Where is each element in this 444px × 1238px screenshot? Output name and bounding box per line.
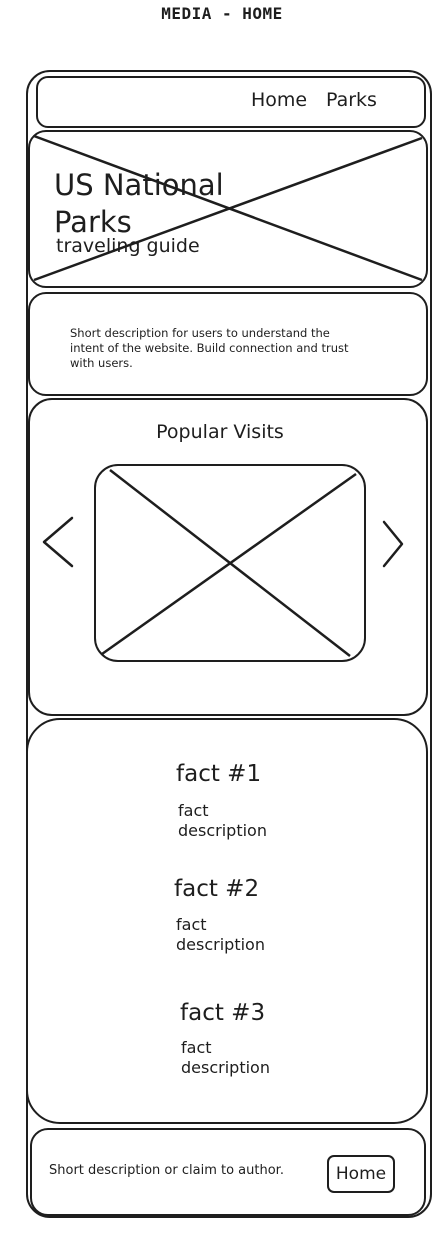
- carousel-title: Popular Visits: [156, 421, 284, 443]
- chevron-right-icon[interactable]: [380, 520, 410, 570]
- fact-desc-line: fact: [178, 801, 209, 820]
- intro-line-1: Short description for users to understan…: [70, 326, 330, 340]
- nav-link-home[interactable]: Home: [251, 89, 307, 111]
- fact-title-2: fact #2: [174, 876, 260, 902]
- image-placeholder-icon: [101, 469, 357, 657]
- fact-desc-line: description: [178, 821, 267, 840]
- fact-title-3: fact #3: [180, 1000, 266, 1026]
- hero-title-line1: US National: [54, 168, 224, 202]
- fact-desc-line: description: [181, 1058, 270, 1077]
- fact-title-1: fact #1: [176, 761, 262, 787]
- fact-desc-line: description: [176, 935, 265, 954]
- fact-description-2: fact description: [176, 915, 265, 955]
- intro-line-2: intent of the website. Build connection …: [70, 341, 349, 355]
- chevron-left-icon[interactable]: [38, 516, 78, 572]
- fact-desc-line: fact: [181, 1038, 212, 1057]
- intro-line-3: with users.: [70, 356, 133, 370]
- footer-text: Short description or claim to author.: [49, 1163, 284, 1178]
- hero-subtitle: traveling guide: [56, 235, 200, 257]
- fact-description-3: fact description: [181, 1038, 270, 1078]
- fact-description-1: fact description: [178, 801, 267, 841]
- footer-home-button[interactable]: Home: [327, 1155, 395, 1193]
- nav-link-parks[interactable]: Parks: [326, 89, 377, 111]
- page-title: MEDIA - HOME: [161, 4, 283, 23]
- intro-description: Short description for users to understan…: [70, 326, 410, 371]
- fact-desc-line: fact: [176, 915, 207, 934]
